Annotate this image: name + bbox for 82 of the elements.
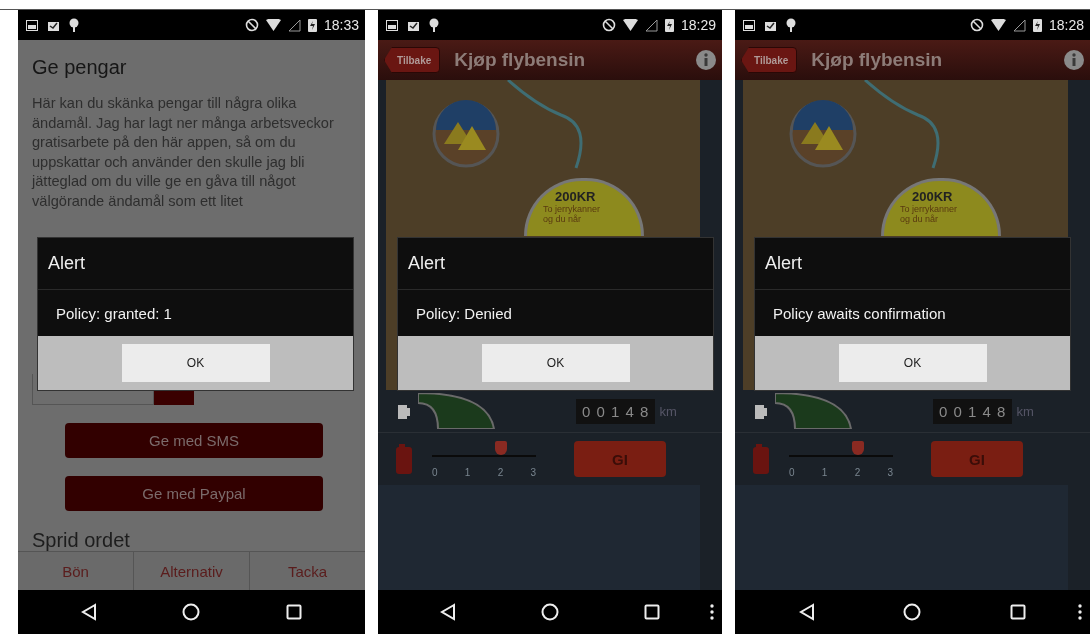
do-not-disturb-icon [969, 18, 984, 32]
back-button[interactable]: Tilbake [384, 47, 441, 73]
android-icon [429, 18, 439, 32]
fuel-pump-icon [398, 403, 410, 419]
slider-tick-label: 0 [432, 466, 438, 478]
donate-button[interactable]: Ge med Paypal [65, 476, 323, 511]
recents-icon[interactable] [286, 604, 303, 620]
image-icon [743, 19, 755, 31]
home-icon[interactable] [182, 603, 201, 621]
back-button[interactable]: Tilbake [741, 47, 798, 73]
distance-unit: km [659, 403, 677, 419]
more-options-icon[interactable] [710, 604, 714, 620]
battery-icon [1032, 18, 1042, 32]
slider-tick-label: 3 [530, 466, 536, 478]
info-icon[interactable] [1064, 50, 1084, 70]
odometer-display: 0 0 1 4 8 [933, 398, 1013, 424]
signal-icon [644, 18, 658, 32]
village-badge-icon [789, 100, 857, 168]
recents-icon[interactable] [1009, 604, 1026, 620]
section-heading: Sprid ordet [32, 529, 131, 551]
slider-tick-label: 2 [497, 466, 504, 478]
donate-button[interactable]: Ge med SMS [65, 423, 323, 458]
ok-button[interactable]: OK [838, 344, 987, 382]
bubble-text: og du når [543, 214, 582, 224]
village-badge-icon [432, 100, 500, 168]
price-label: 200KR [911, 189, 954, 204]
jerrycan-icon [753, 444, 769, 474]
back-icon[interactable] [80, 603, 97, 621]
distance-unit: km [1016, 403, 1034, 419]
dialog-title: Alert [38, 238, 353, 290]
info-icon[interactable] [696, 50, 716, 70]
slider-thumb[interactable] [495, 440, 508, 455]
back-icon[interactable] [799, 603, 816, 621]
battery-icon [664, 18, 674, 32]
do-not-disturb-icon [244, 18, 259, 32]
ok-button[interactable]: OK [121, 344, 270, 382]
dialog-title: Alert [755, 238, 1070, 290]
android-icon [786, 18, 796, 32]
page-title: Ge pengar [32, 56, 128, 80]
fuel-pump-icon [755, 403, 767, 419]
status-time: 18:28 [1048, 17, 1084, 33]
clipboard-icon [47, 19, 60, 31]
ok-button[interactable]: OK [481, 344, 630, 382]
signal-icon [287, 18, 301, 32]
slider-tick-label: 2 [854, 466, 861, 478]
slider-thumb[interactable] [852, 440, 865, 455]
clipboard-icon [407, 19, 420, 31]
tab[interactable]: Bön [18, 552, 133, 590]
dialog-message: Policy: Denied [415, 303, 513, 324]
image-icon [26, 19, 38, 31]
do-not-disturb-icon [601, 18, 616, 32]
dialog-title: Alert [398, 238, 713, 290]
wifi-icon [265, 19, 281, 31]
description-text: Här kan du skänka pengar till några olika ändamål. Jag har lagt ner många arbetsveckor gratisarbete på den här appen, så om du uppskattar och använder den skulle jag bli jätteglad om du ville ge en gåva till något välgörande ändamål som ett litet [32, 94, 335, 211]
slider-tick-label: 0 [789, 466, 795, 478]
recents-icon[interactable] [643, 604, 660, 620]
android-icon [69, 18, 79, 32]
screen-title: Kjøp flybensin [454, 49, 587, 71]
battery-icon [307, 18, 317, 32]
home-icon[interactable] [541, 603, 559, 621]
bubble-text: To jerrykanner [543, 204, 602, 214]
bubble-text: og du når [900, 214, 939, 224]
back-icon[interactable] [440, 603, 457, 621]
image-icon [386, 19, 398, 31]
screen-title: Kjøp flybensin [811, 49, 944, 71]
odometer-display: 0 0 1 4 8 [576, 398, 656, 424]
slider-tick-label: 3 [887, 466, 893, 478]
signal-icon [1012, 18, 1026, 32]
home-icon[interactable] [903, 603, 922, 621]
dialog-message: Policy awaits confirmation [772, 303, 947, 324]
status-time: 18:33 [323, 17, 359, 33]
wifi-icon [622, 19, 638, 31]
jerrycan-icon [396, 444, 412, 474]
wifi-icon [990, 19, 1006, 31]
bubble-text: To jerrykanner [900, 204, 959, 214]
more-options-icon[interactable] [1078, 604, 1082, 620]
clipboard-icon [764, 19, 777, 31]
status-time: 18:29 [680, 17, 716, 33]
price-label: 200KR [554, 189, 597, 204]
slider-tick-label: 1 [821, 466, 828, 478]
dialog-message: Policy: granted: 1 [55, 303, 173, 324]
slider-tick-label: 1 [464, 466, 471, 478]
